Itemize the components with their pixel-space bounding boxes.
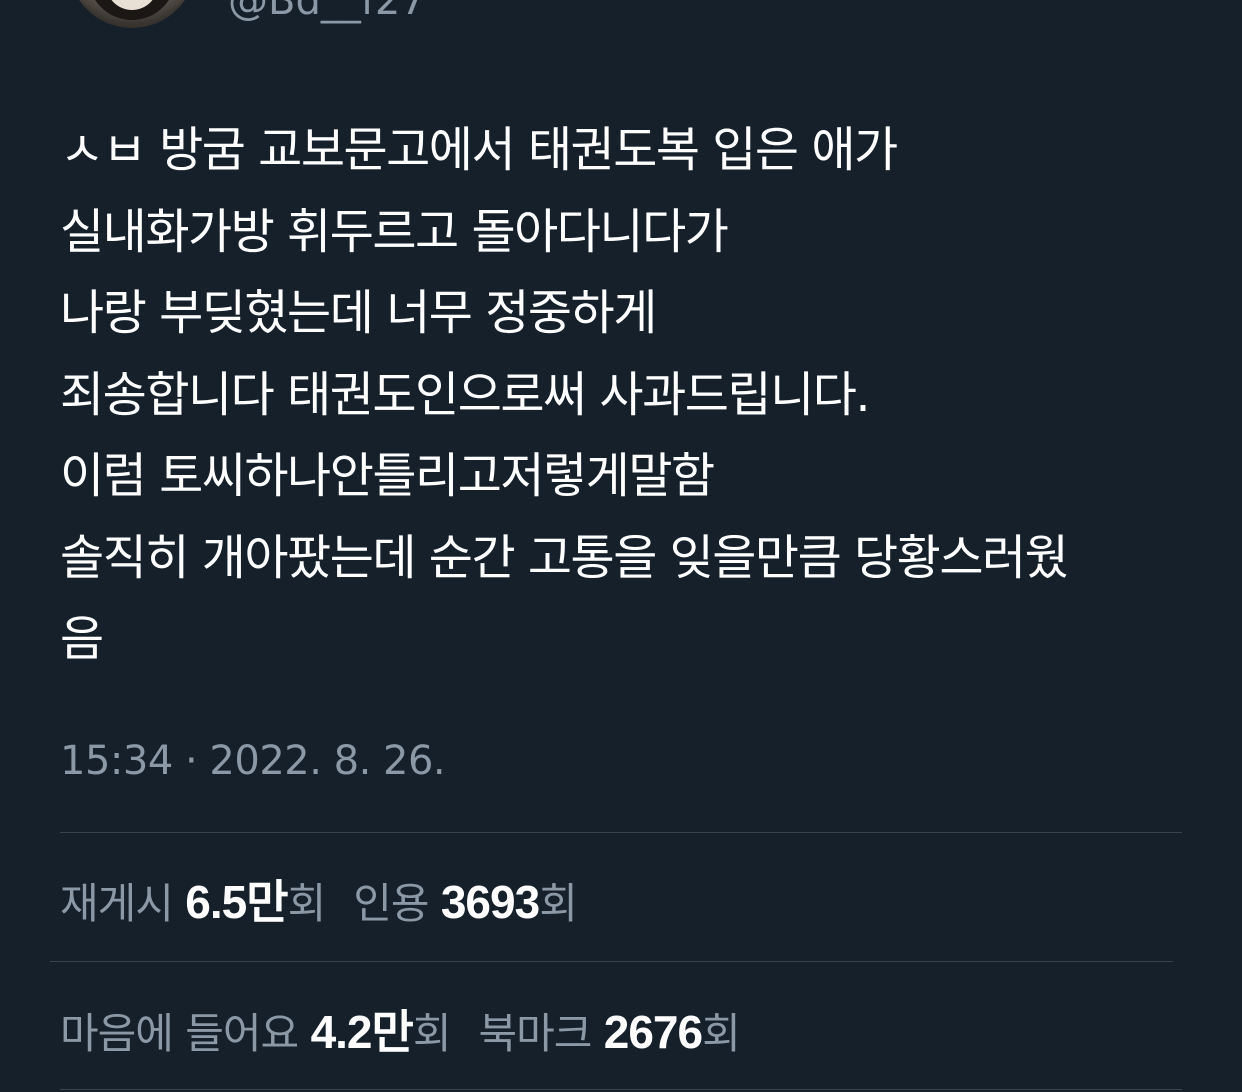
tweet-detail-page: @Bd__f27 ㅅㅂ 방굼 교보문고에서 태권도복 입은 애가 실내화가방 휘… bbox=[0, 0, 1242, 1092]
likes-stat[interactable]: 마음에 들어요 4.2만회 bbox=[60, 996, 452, 1062]
tweet-text-line: 솔직히 개아팠는데 순간 고통을 잊을만큼 당황스러웠 bbox=[60, 529, 1069, 586]
quotes-unit: 회 bbox=[539, 879, 578, 928]
tweet-text-line: 실내화가방 휘두르고 돌아다니다가 bbox=[60, 203, 729, 260]
user-handle[interactable]: @Bd__f27 bbox=[228, 0, 426, 24]
retweets-label: 재게시 bbox=[60, 879, 174, 928]
divider bbox=[60, 832, 1182, 833]
quotes-stat[interactable]: 인용 3693회 bbox=[353, 870, 578, 931]
avatar[interactable] bbox=[68, 0, 196, 28]
likes-count: 4.2만 bbox=[310, 1006, 414, 1058]
tweet-text-line: 나랑 부딪혔는데 너무 정중하게 bbox=[60, 285, 657, 341]
retweets-stat[interactable]: 재게시 6.5만회 bbox=[60, 866, 327, 932]
tweet-text-line: 이럼 토씨하나안틀리고저렇게말함 bbox=[60, 448, 715, 504]
bookmarks-label: 북마크 bbox=[478, 1009, 592, 1058]
likes-unit: 회 bbox=[412, 1009, 452, 1058]
tweet-text-line: 음 bbox=[60, 611, 104, 667]
divider bbox=[60, 1089, 1182, 1090]
retweets-unit: 회 bbox=[287, 879, 327, 928]
likes-label: 마음에 들어요 bbox=[60, 1009, 299, 1058]
tweet-text: ㅅㅂ 방굼 교보문고에서 태권도복 입은 애가 실내화가방 휘두르고 돌아다니다… bbox=[60, 110, 1180, 681]
engagement-stats-row: 마음에 들어요 4.2만회 북마크 2676회 bbox=[60, 996, 768, 1062]
bookmarks-stat[interactable]: 북마크 2676회 bbox=[478, 1000, 741, 1061]
bookmarks-unit: 회 bbox=[702, 1009, 741, 1058]
tweet-text-line: ㅅㅂ 방굼 교보문고에서 태권도복 입은 애가 bbox=[60, 122, 898, 178]
engagement-stats-row: 재게시 6.5만회 인용 3693회 bbox=[60, 866, 605, 932]
divider bbox=[50, 961, 1173, 962]
quotes-count: 3693 bbox=[440, 876, 540, 928]
quotes-label: 인용 bbox=[353, 879, 429, 928]
bookmarks-count: 2676 bbox=[603, 1006, 703, 1058]
tweet-timestamp[interactable]: 15:34 · 2022. 8. 26. bbox=[60, 738, 446, 784]
tweet-text-line: 죄송합니다 태권도인으로써 사과드립니다. bbox=[60, 366, 871, 423]
retweets-count: 6.5만 bbox=[185, 876, 288, 928]
